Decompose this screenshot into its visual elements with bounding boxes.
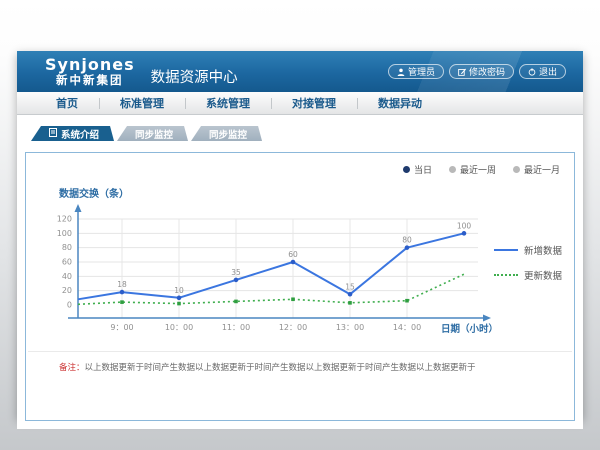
svg-text:35: 35 bbox=[231, 268, 241, 277]
content-area: 系统介绍 同步监控 同步监控 当日 最近一周 bbox=[17, 126, 583, 429]
admin-user-button[interactable]: 管理员 bbox=[388, 64, 444, 79]
svg-text:14：00: 14：00 bbox=[393, 323, 421, 332]
svg-text:100: 100 bbox=[57, 229, 72, 238]
app-window: Synjones 新中新集团 数据资源中心 管理员 修改密码 退出 bbox=[17, 51, 583, 418]
nav-item-home[interactable]: 首页 bbox=[35, 92, 99, 115]
radio-last-week[interactable]: 最近一周 bbox=[449, 163, 496, 176]
tab-label: 系统介绍 bbox=[61, 127, 99, 141]
nav-item-system[interactable]: 系统管理 bbox=[185, 92, 271, 115]
radio-label: 当日 bbox=[414, 163, 432, 176]
nav-item-data-change[interactable]: 数据异动 bbox=[357, 92, 443, 115]
svg-text:10：00: 10：00 bbox=[165, 323, 193, 332]
chart-panel: 当日 最近一周 最近一月 数据交换（条） 0 20 40 60 80 100 120 9：00… bbox=[25, 152, 575, 421]
logout-label: 退出 bbox=[539, 65, 557, 78]
document-icon bbox=[49, 128, 57, 140]
change-password-label: 修改密码 bbox=[469, 65, 505, 78]
svg-text:12：00: 12：00 bbox=[279, 323, 307, 332]
logo-english: Synjones bbox=[45, 57, 135, 74]
footnote-text: 以上数据更新于时间产生数据以上数据更新于时间产生数据以上数据更新于时间产生数据以… bbox=[85, 363, 476, 373]
svg-text:80: 80 bbox=[402, 236, 412, 245]
legend-new-data[interactable]: 新增数据 bbox=[494, 243, 562, 257]
y-axis-title: 数据交换（条） bbox=[59, 185, 129, 200]
time-range-filter: 当日 最近一周 最近一月 bbox=[403, 163, 560, 176]
user-icon bbox=[397, 68, 405, 76]
svg-text:9：00: 9：00 bbox=[110, 323, 133, 332]
svg-text:13：00: 13：00 bbox=[336, 323, 364, 332]
legend-updated-data[interactable]: 更新数据 bbox=[494, 268, 562, 282]
legend-label: 更新数据 bbox=[524, 268, 562, 282]
solid-line-swatch-icon bbox=[494, 249, 518, 251]
tab-bar: 系统介绍 同步监控 同步监控 bbox=[31, 126, 583, 141]
change-password-button[interactable]: 修改密码 bbox=[449, 64, 514, 79]
radio-label: 最近一周 bbox=[460, 163, 496, 176]
svg-text:60: 60 bbox=[62, 258, 72, 267]
tab-sync-monitor-2[interactable]: 同步监控 bbox=[191, 126, 262, 141]
radio-today[interactable]: 当日 bbox=[403, 163, 432, 176]
nav-item-interface[interactable]: 对接管理 bbox=[271, 92, 357, 115]
note-divider bbox=[28, 351, 572, 352]
edit-icon bbox=[458, 68, 466, 76]
nav-item-standards[interactable]: 标准管理 bbox=[99, 92, 185, 115]
svg-text:18: 18 bbox=[117, 280, 127, 289]
dotted-line-swatch-icon bbox=[494, 274, 518, 276]
radio-dot bbox=[449, 166, 456, 173]
main-nav: 首页 标准管理 系统管理 对接管理 数据异动 bbox=[17, 92, 583, 115]
radio-last-month[interactable]: 最近一月 bbox=[513, 163, 560, 176]
svg-text:15: 15 bbox=[345, 282, 355, 291]
company-logo: Synjones 新中新集团 bbox=[45, 57, 135, 86]
footnote-prefix: 备注： bbox=[59, 363, 85, 373]
svg-text:10: 10 bbox=[174, 286, 184, 295]
logo-chinese: 新中新集团 bbox=[45, 74, 135, 86]
tab-system-intro[interactable]: 系统介绍 bbox=[31, 126, 114, 141]
user-actions: 管理员 修改密码 退出 bbox=[388, 64, 566, 79]
admin-user-label: 管理员 bbox=[408, 65, 435, 78]
svg-text:40: 40 bbox=[62, 272, 72, 281]
tab-label: 同步监控 bbox=[135, 127, 173, 141]
app-header: Synjones 新中新集团 数据资源中心 管理员 修改密码 退出 bbox=[17, 51, 583, 92]
tab-label: 同步监控 bbox=[209, 127, 247, 141]
page-title: 数据资源中心 bbox=[151, 66, 238, 87]
svg-text:20: 20 bbox=[62, 286, 72, 295]
line-chart: 0 20 40 60 80 100 120 9：00 10：00 11：00 12：00 13：00 1… bbox=[53, 201, 523, 343]
footnote: 备注：以上数据更新于时间产生数据以上数据更新于时间产生数据以上数据更新于时间产生… bbox=[59, 362, 554, 375]
radio-dot bbox=[403, 166, 410, 173]
svg-text:120: 120 bbox=[57, 215, 72, 224]
radio-label: 最近一月 bbox=[524, 163, 560, 176]
svg-text:60: 60 bbox=[288, 250, 298, 259]
svg-text:0: 0 bbox=[67, 301, 72, 310]
svg-text:11：00: 11：00 bbox=[222, 323, 250, 332]
chart-legend: 新增数据 更新数据 bbox=[494, 243, 562, 293]
logout-button[interactable]: 退出 bbox=[519, 64, 566, 79]
legend-label: 新增数据 bbox=[524, 243, 562, 257]
radio-dot bbox=[513, 166, 520, 173]
logout-icon bbox=[528, 68, 536, 76]
svg-text:80: 80 bbox=[62, 243, 72, 252]
svg-text:日期（小时）: 日期（小时） bbox=[441, 323, 498, 335]
svg-text:100: 100 bbox=[457, 221, 472, 230]
tab-sync-monitor-1[interactable]: 同步监控 bbox=[117, 126, 188, 141]
